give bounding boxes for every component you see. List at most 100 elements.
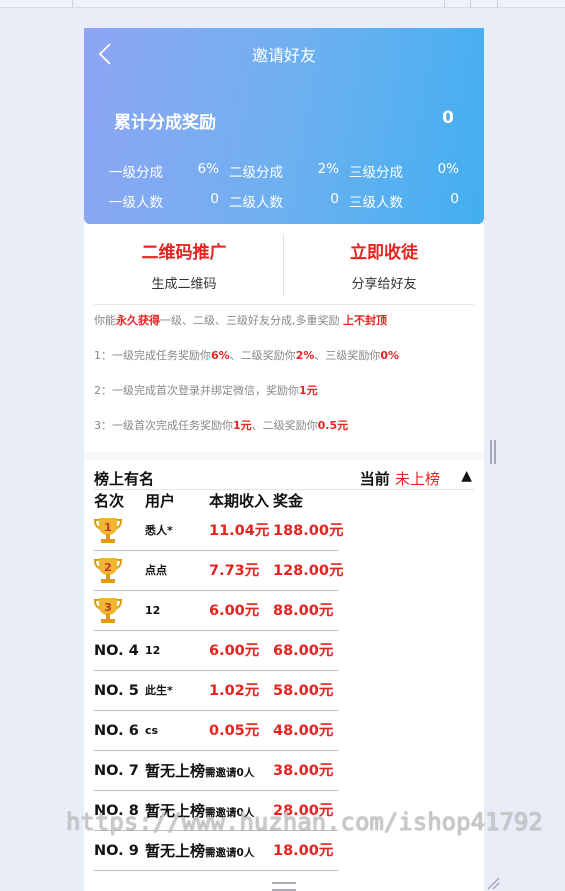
info-highlight: 6% — [211, 349, 230, 362]
stat-label: 一级人数 — [109, 195, 163, 211]
income-value: 6.00元 — [209, 643, 260, 659]
bonus-value: 128.00元 — [273, 563, 344, 579]
top-strip-divider — [72, 0, 73, 7]
stat-value: 0 — [330, 191, 339, 207]
stat-label: 二级分成 — [229, 165, 283, 181]
info-text: 、二级奖励你 — [251, 419, 318, 432]
user-placeholder: 暂无上榜 — [145, 762, 206, 780]
info-highlight: 1元 — [299, 384, 318, 397]
table-row: 1 悉人* 11.04元 188.00元 — [94, 511, 343, 551]
ranking-title: 榜上有名 — [94, 470, 155, 488]
user-name: 此生* — [145, 684, 173, 697]
info-highlight: 上不封顶 — [343, 314, 387, 327]
gold-trophy-icon: 1 — [94, 518, 122, 543]
stat-value: 2% — [317, 161, 339, 177]
column-header-bonus: 奖金 — [273, 492, 304, 510]
invite-requirement: 需邀请0人 — [205, 847, 255, 859]
info-line-1: 1：一级完成任务奖励你6%、二级奖励你2%、三级奖励你0% — [94, 347, 399, 363]
rank-label: NO. 6 — [94, 723, 139, 739]
table-row: 2 点点 7.73元 128.00元 — [94, 551, 343, 591]
stat-level1-share: 一级分成 6% — [109, 161, 219, 181]
user-placeholder: 暂无上榜 — [145, 842, 206, 860]
stat-level2-count: 二级人数 0 — [229, 191, 339, 211]
info-highlight: 2% — [295, 349, 315, 362]
trophy-rank-number: 1 — [104, 521, 112, 534]
current-rank: 当前 未上榜 — [360, 468, 440, 489]
bonus-value: 38.00元 — [273, 763, 334, 779]
stat-label: 一级分成 — [109, 165, 163, 181]
table-row: NO. 4 12 6.00元 68.00元 — [94, 631, 338, 671]
stat-level2-share: 二级分成 2% — [229, 161, 339, 181]
user-name: 暂无上榜需邀请0人 — [145, 831, 254, 871]
trophy-rank-number: 3 — [104, 601, 112, 614]
resize-corner-icon[interactable] — [484, 876, 500, 890]
rank-label: NO. 4 — [94, 643, 139, 659]
gold-trophy-icon: 3 — [94, 598, 122, 623]
page-title: 邀请好友 — [251, 46, 316, 65]
invite-requirement: 需邀请0人 — [205, 767, 255, 779]
table-row: NO. 6 cs 0.05元 48.00元 — [94, 711, 338, 751]
recruit-subtitle: 分享给好友 — [351, 277, 417, 292]
trophy-rank-number: 2 — [104, 561, 112, 574]
splitter-grip-handle[interactable] — [490, 440, 496, 464]
current-rank-label: 当前 — [359, 470, 395, 488]
income-value: 1.02元 — [209, 683, 260, 699]
info-text: 、二级奖励你 — [229, 349, 296, 362]
info-line-3: 3：一级首次完成任务奖励你1元、二级奖励你0.5元 — [94, 417, 348, 433]
top-strip-divider — [444, 0, 445, 7]
user-name: 12 — [145, 604, 161, 617]
total-reward-value: 0 — [442, 108, 454, 128]
stat-label: 三级人数 — [349, 195, 403, 211]
rank-label: NO. 9 — [94, 843, 139, 859]
total-reward-label: 累计分成奖励 — [114, 113, 216, 133]
info-text: 2：一级完成首次登录并绑定微信，奖励你 — [94, 384, 299, 397]
recruit-title: 立即收徒 — [350, 243, 418, 263]
table-row: NO. 5 此生* 1.02元 58.00元 — [94, 671, 338, 711]
bonus-value: 18.00元 — [273, 843, 334, 859]
table-row: NO. 9 暂无上榜需邀请0人 18.00元 — [94, 831, 338, 871]
stat-value: 0% — [437, 161, 459, 177]
info-highlight: 永久获得 — [116, 314, 160, 327]
income-value: 11.04元 — [209, 523, 270, 539]
invite-header: 邀请好友 累计分成奖励 0 一级分成 6% 二级分成 2% 三级分成 0% 一级… — [84, 28, 484, 224]
rank-label: NO. 7 — [94, 763, 139, 779]
browser-top-strip — [0, 0, 565, 8]
stat-level3-share: 三级分成 0% — [349, 161, 459, 181]
user-name: cs — [145, 724, 159, 737]
info-text: 一级、二级、三级好友分成,多重奖励 — [160, 314, 343, 327]
info-line-2: 2：一级完成首次登录并绑定微信，奖励你1元 — [94, 382, 318, 398]
info-text: 、三级奖励你 — [314, 349, 381, 362]
bonus-value: 88.00元 — [273, 603, 334, 619]
stat-label: 三级分成 — [349, 165, 403, 181]
qr-promo-subtitle: 生成二维码 — [151, 277, 217, 292]
bottom-resize-grip[interactable] — [272, 882, 296, 891]
stat-value: 6% — [197, 161, 219, 177]
watermark-text: https://www.huzhan.com/ishop41792 — [66, 808, 543, 836]
info-text: 3：一级首次完成任务奖励你 — [94, 419, 233, 432]
promo-actions: 二维码推广 生成二维码 立即收徒 分享给好友 — [84, 232, 484, 302]
phone-viewport: 邀请好友 累计分成奖励 0 一级分成 6% 二级分成 2% 三级分成 0% 一级… — [84, 28, 484, 891]
table-row: 3 12 6.00元 88.00元 — [94, 591, 338, 631]
top-strip-divider — [470, 0, 471, 7]
bonus-value: 68.00元 — [273, 643, 334, 659]
info-highlight: 1元 — [233, 419, 252, 432]
bonus-value: 48.00元 — [273, 723, 334, 739]
info-line-intro: 你能永久获得一级、二级、三级好友分成,多重奖励 上不封顶 — [94, 312, 387, 328]
info-text: 1：一级完成任务奖励你 — [94, 349, 211, 362]
stat-value: 0 — [210, 191, 219, 207]
column-header-rank: 名次 — [94, 492, 125, 510]
info-highlight: 0% — [380, 349, 400, 362]
qr-promo-button[interactable]: 二维码推广 生成二维码 — [84, 232, 284, 292]
user-name: 暂无上榜需邀请0人 — [145, 751, 254, 791]
income-value: 7.73元 — [209, 563, 260, 579]
info-text: 你能 — [94, 314, 116, 327]
recruit-now-button[interactable]: 立即收徒 分享给好友 — [284, 232, 484, 292]
bonus-value: 58.00元 — [273, 683, 334, 699]
current-rank-value: 未上榜 — [394, 470, 440, 488]
collapse-toggle-icon[interactable]: ▲ — [461, 468, 472, 484]
bonus-value: 188.00元 — [273, 523, 344, 539]
income-value: 0.05元 — [209, 723, 260, 739]
stat-level3-count: 三级人数 0 — [349, 191, 459, 211]
income-value: 6.00元 — [209, 603, 260, 619]
table-row: NO. 7 暂无上榜需邀请0人 38.00元 — [94, 751, 338, 791]
